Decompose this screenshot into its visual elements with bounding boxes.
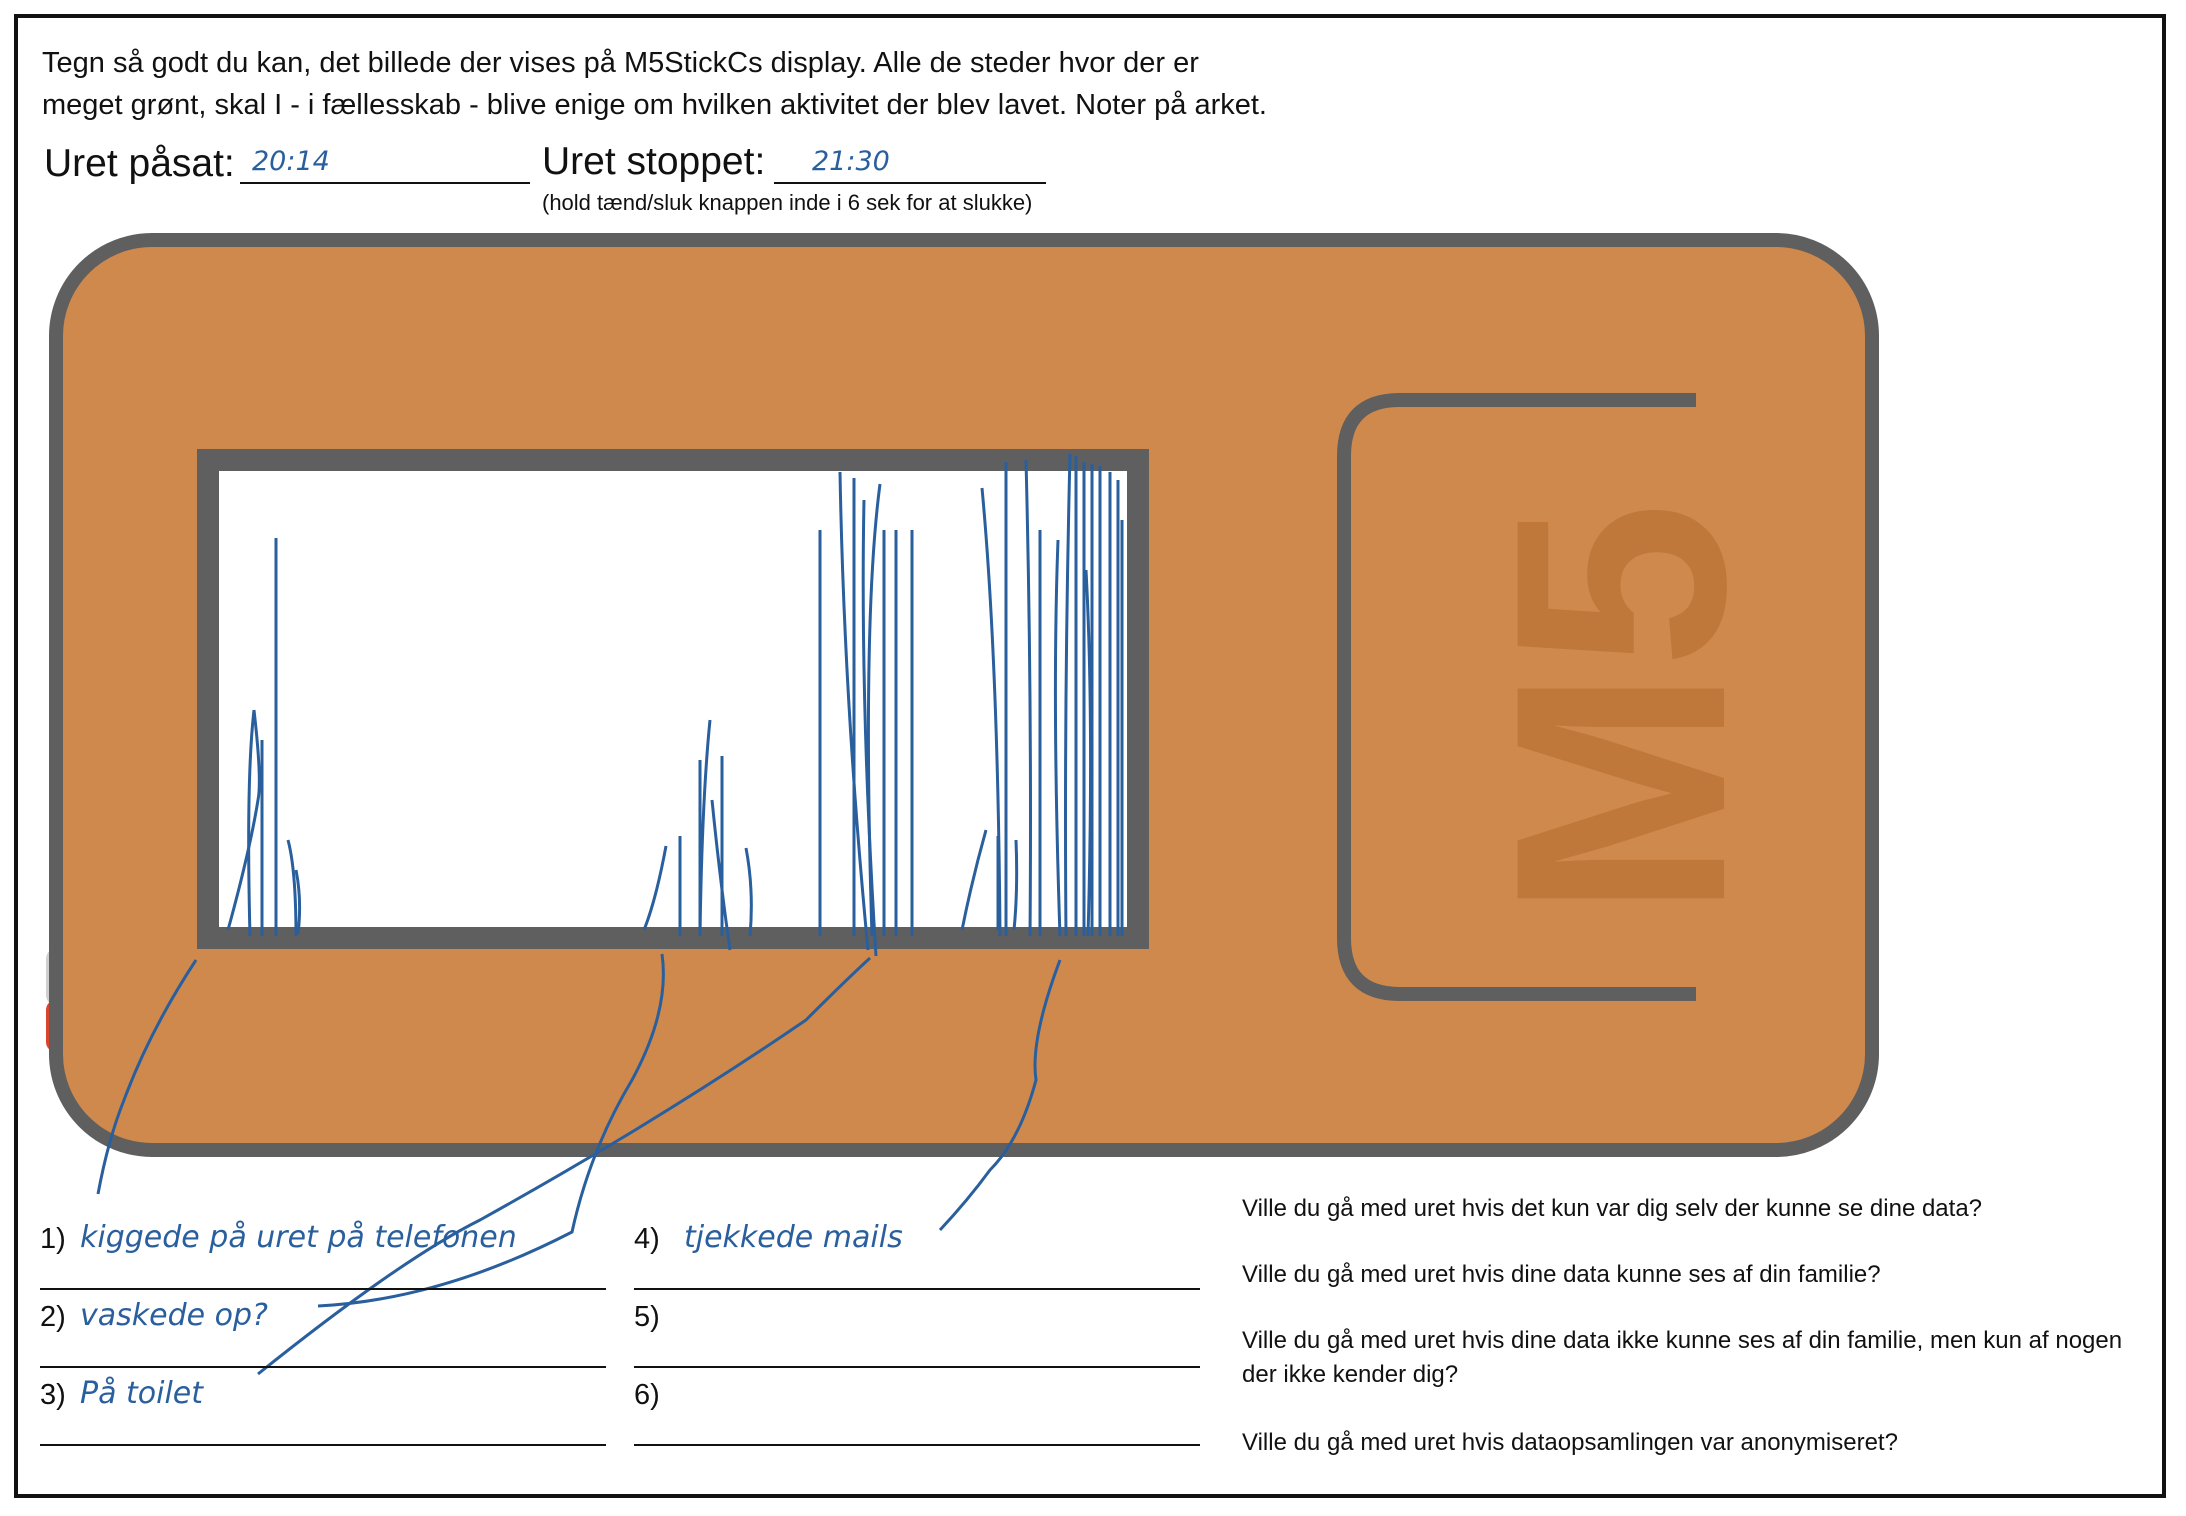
answer-2-number: 2)	[40, 1301, 66, 1333]
answer-5-line	[634, 1366, 1200, 1368]
answer-1-number: 1)	[40, 1223, 66, 1255]
answer-4-text: tjekkede mails	[684, 1220, 903, 1255]
question-2: Ville du gå med uret hvis dine data kunn…	[1242, 1261, 1881, 1288]
answer-5-number: 5)	[634, 1301, 660, 1333]
question-4: Ville du gå med uret hvis dataopsamlinge…	[1242, 1429, 1898, 1456]
m5-logo-text: M5	[1452, 502, 1788, 919]
answer-3-line	[40, 1444, 606, 1446]
answer-6-line	[634, 1444, 1200, 1446]
answer-4-number: 4)	[634, 1223, 660, 1255]
m5-logo: M5	[1452, 502, 1788, 919]
question-1: Ville du gå med uret hvis det kun var di…	[1242, 1195, 1983, 1222]
answer-1-line	[40, 1288, 606, 1290]
question-3: Ville du gå med uret hvis dine data ikke…	[1242, 1327, 2123, 1388]
answer-3-text: På toilet	[80, 1376, 204, 1411]
answer-3-number: 3)	[40, 1379, 66, 1411]
answer-2-line	[40, 1366, 606, 1368]
answer-1-text: kiggede på uret på telefonen	[80, 1220, 517, 1255]
answer-2-text: vaskede op?	[80, 1298, 268, 1333]
answer-6-number: 6)	[634, 1379, 660, 1411]
answer-4-line	[634, 1288, 1200, 1290]
